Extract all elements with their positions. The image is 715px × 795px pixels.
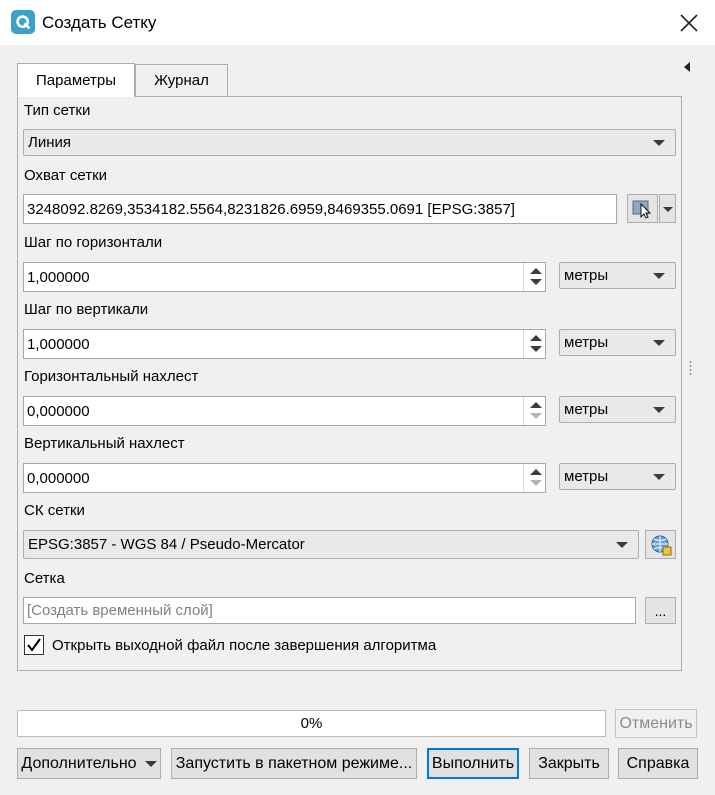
v-overlay-label: Вертикальный нахлест xyxy=(24,435,185,452)
h-spacing-value: 1,000000 xyxy=(27,268,90,286)
close-label: Закрыть xyxy=(538,754,600,772)
grid-crs-select[interactable]: EPSG:3857 - WGS 84 / Pseudo-Mercator xyxy=(23,530,639,559)
h-overlay-spinner[interactable] xyxy=(523,397,545,425)
grid-extent-input[interactable]: 3248092.8269,3534182.5564,8231826.6959,8… xyxy=(23,194,617,224)
v-spacing-unit: метры xyxy=(564,334,609,351)
v-overlay-value: 0,000000 xyxy=(27,469,90,487)
chevron-down-icon xyxy=(144,760,157,767)
output-input[interactable]: [Создать временный слой] xyxy=(23,597,636,624)
batch-label: Запустить в пакетном режиме... xyxy=(175,754,413,772)
v-overlay-spinner[interactable] xyxy=(523,464,545,492)
chevron-down-icon xyxy=(616,542,628,548)
spin-up-icon[interactable] xyxy=(530,268,542,274)
h-spacing-unit-select[interactable]: метры xyxy=(559,262,676,289)
tab-parameters[interactable]: Параметры xyxy=(17,63,135,97)
h-spacing-unit: метры xyxy=(564,267,609,284)
tab-parameters-label: Параметры xyxy=(36,72,116,89)
cancel-button[interactable]: Отменить xyxy=(615,709,697,738)
h-overlay-value: 0,000000 xyxy=(27,402,90,420)
window-title: Создать Сетку xyxy=(42,13,157,32)
spin-up-icon[interactable] xyxy=(530,402,542,408)
h-overlay-label: Горизонтальный нахлест xyxy=(24,368,199,385)
splitter-handle[interactable] xyxy=(689,360,692,376)
v-overlay-unit-select[interactable]: метры xyxy=(559,463,676,490)
close-button[interactable]: Закрыть xyxy=(529,748,609,779)
checkmark-icon xyxy=(27,638,41,652)
run-label: Выполнить xyxy=(431,754,515,772)
tab-log[interactable]: Журнал xyxy=(135,64,228,96)
h-spacing-spinner[interactable] xyxy=(523,263,545,291)
help-button[interactable]: Справка xyxy=(618,748,698,779)
select-extent-on-map-button[interactable] xyxy=(627,194,658,223)
output-browse-label: ... xyxy=(654,602,667,619)
output-browse-button[interactable]: ... xyxy=(645,597,676,624)
globe-crs-icon xyxy=(651,535,671,555)
grid-crs-label: СК сетки xyxy=(24,502,85,519)
h-spacing-input[interactable]: 1,000000 xyxy=(23,262,546,292)
chevron-down-icon xyxy=(653,474,665,480)
v-spacing-input[interactable]: 1,000000 xyxy=(23,329,546,359)
output-label: Сетка xyxy=(24,570,65,587)
map-cursor-icon xyxy=(632,200,651,219)
tab-log-label: Журнал xyxy=(154,72,209,89)
v-spacing-value: 1,000000 xyxy=(27,335,90,353)
spin-up-icon[interactable] xyxy=(530,469,542,475)
h-overlay-unit: метры xyxy=(564,401,609,418)
v-spacing-spinner[interactable] xyxy=(523,330,545,358)
spin-down-icon[interactable] xyxy=(530,413,542,419)
v-overlay-unit: метры xyxy=(564,468,609,485)
output-placeholder: [Создать временный слой] xyxy=(27,602,213,619)
help-label: Справка xyxy=(626,754,690,772)
h-spacing-label: Шаг по горизонтали xyxy=(24,234,163,251)
advanced-label: Дополнительно xyxy=(21,754,137,772)
grid-type-select[interactable]: Линия xyxy=(23,129,676,156)
cancel-label: Отменить xyxy=(619,714,693,732)
progress-text: 0% xyxy=(300,715,323,732)
grid-type-label: Тип сетки xyxy=(24,102,91,119)
run-button[interactable]: Выполнить xyxy=(427,748,519,779)
grid-extent-value: 3248092.8269,3534182.5564,8231826.6959,8… xyxy=(27,200,515,218)
v-spacing-unit-select[interactable]: метры xyxy=(559,329,676,356)
v-spacing-label: Шаг по вертикали xyxy=(24,301,149,318)
open-output-checkbox[interactable] xyxy=(24,635,44,655)
grid-type-value: Линия xyxy=(28,134,72,151)
select-crs-button[interactable] xyxy=(645,530,676,559)
open-output-label: Открыть выходной файл после завершения а… xyxy=(52,637,437,654)
spin-down-icon[interactable] xyxy=(530,346,542,352)
collapse-panel-icon[interactable] xyxy=(684,62,690,72)
title-bar: Создать Сетку xyxy=(0,0,715,45)
spin-down-icon[interactable] xyxy=(530,480,542,486)
qgis-app-icon xyxy=(11,10,35,34)
spin-up-icon[interactable] xyxy=(530,335,542,341)
batch-button[interactable]: Запустить в пакетном режиме... xyxy=(171,748,417,779)
extent-options-dropdown[interactable] xyxy=(659,194,676,223)
grid-extent-label: Охват сетки xyxy=(24,167,108,184)
close-icon[interactable] xyxy=(678,12,700,34)
chevron-down-icon xyxy=(653,340,665,346)
h-overlay-unit-select[interactable]: метры xyxy=(559,396,676,423)
chevron-down-icon xyxy=(653,273,665,279)
spin-down-icon[interactable] xyxy=(530,279,542,285)
chevron-down-icon xyxy=(653,407,665,413)
advanced-button[interactable]: Дополнительно xyxy=(17,748,161,779)
grid-crs-value: EPSG:3857 - WGS 84 / Pseudo-Mercator xyxy=(28,536,305,553)
progress-bar: 0% xyxy=(17,710,606,737)
chevron-down-icon xyxy=(653,140,665,146)
v-overlay-input[interactable]: 0,000000 xyxy=(23,463,546,493)
h-overlay-input[interactable]: 0,000000 xyxy=(23,396,546,426)
